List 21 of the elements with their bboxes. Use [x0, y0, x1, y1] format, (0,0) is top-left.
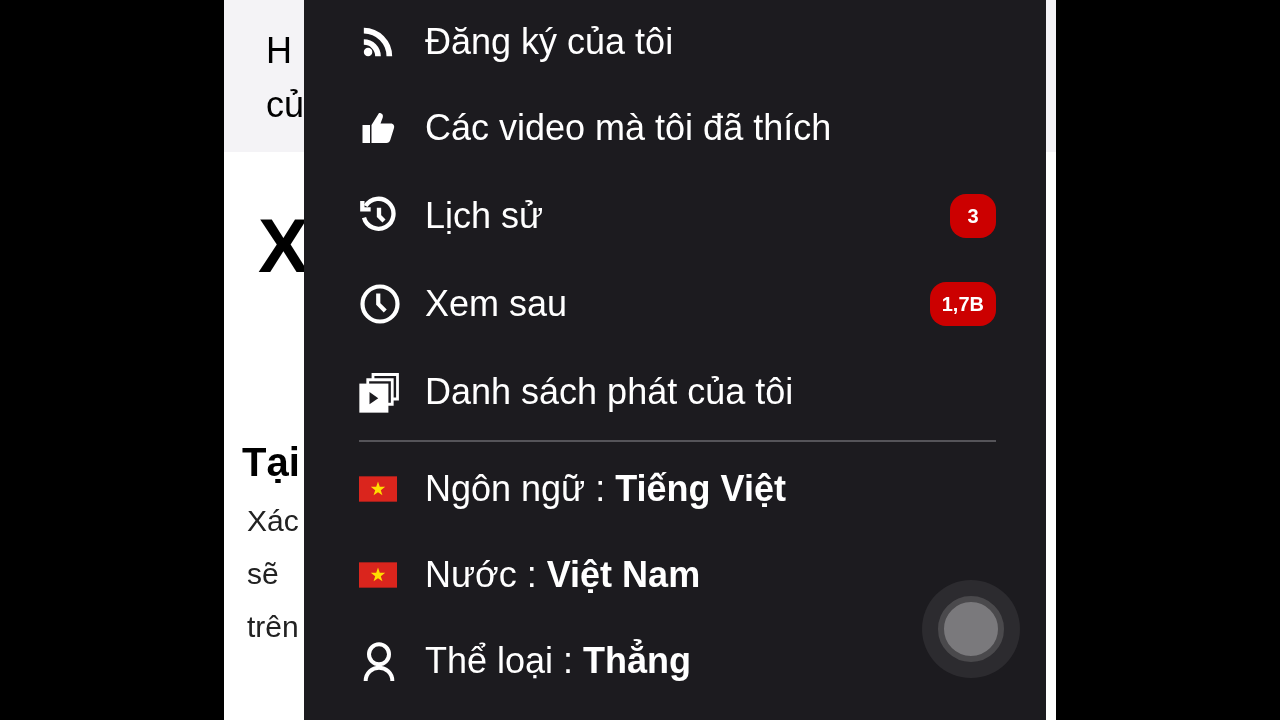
setting-item[interactable]: Thể loại : Thẳng [425, 634, 692, 688]
section-heading: Tại [242, 440, 300, 484]
menu-item[interactable]: Xem sau [425, 277, 930, 331]
setting-item[interactable]: Ngôn ngữ : Tiếng Việt [425, 462, 786, 516]
header-text: củ [266, 83, 305, 127]
body-text: sẽ [247, 556, 279, 592]
big-letter: X [258, 203, 309, 288]
body-text: trên [247, 609, 299, 645]
menu-item[interactable]: Lịch sử [425, 189, 950, 243]
count-badge: 3 [950, 194, 996, 238]
flag-icon [359, 561, 397, 589]
flag-icon [359, 475, 397, 503]
setting-item[interactable]: Nước : Việt Nam [425, 548, 701, 602]
menu-item[interactable]: Danh sách phát của tôi [425, 365, 996, 419]
header-text: H [266, 29, 292, 73]
clock-icon [359, 283, 401, 325]
count-badge: 1,7B [929, 282, 996, 326]
playlist-icon [359, 370, 401, 414]
menu-item[interactable]: Các video mà tôi đã thích [425, 101, 996, 155]
body-text: Xác [247, 503, 299, 539]
menu-item[interactable]: Đăng ký của tôi [425, 15, 996, 69]
